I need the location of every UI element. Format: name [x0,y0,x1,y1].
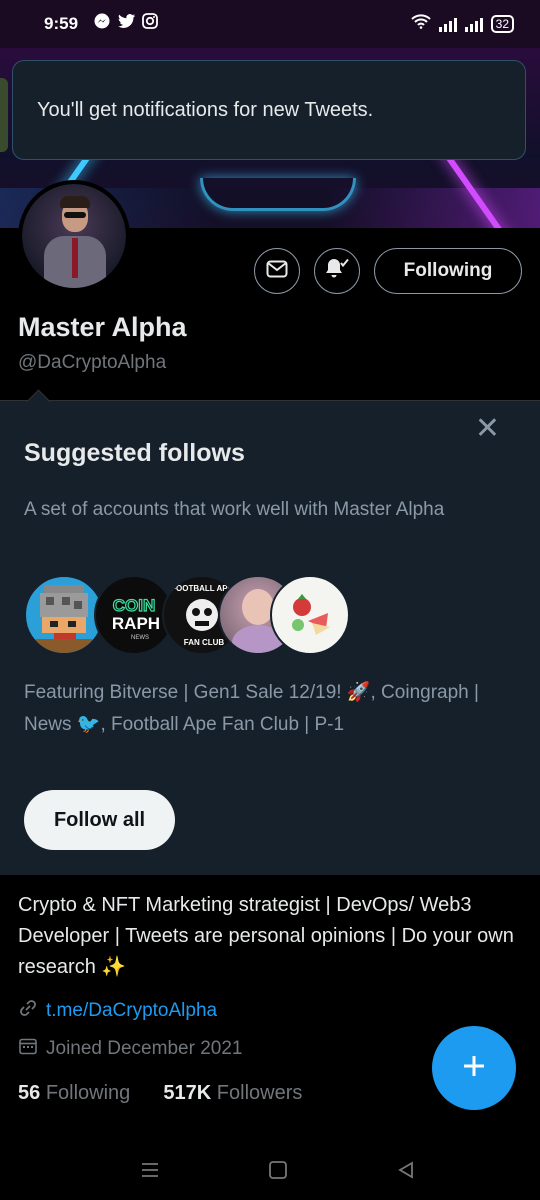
profile-bio: Crypto & NFT Marketing strategist | DevO… [18,894,514,978]
signal-icon-2 [464,16,483,32]
twitter-icon [118,13,135,29]
username: @DaCryptoAlpha [18,352,167,373]
joined-row: Joined December 2021 [18,1036,242,1062]
suggested-follows-card: ✕ Suggested follows A set of accounts th… [0,389,540,875]
following-button[interactable]: Following [374,248,522,294]
toast-message: You'll get notifications for new Tweets. [37,99,374,121]
notification-icons [94,13,158,29]
display-name: Master Alpha [18,312,187,342]
wifi-icon [410,13,431,34]
following-label: Following [45,1082,131,1104]
avatar[interactable] [18,180,130,292]
suggested-description: A set of accounts that work well with Ma… [24,499,445,520]
football-ape-logo-bottom: FAN CLUB [184,638,225,647]
following-count-link[interactable]: 56 Following [18,1082,130,1104]
mail-icon [266,260,288,283]
suggested-featuring: Featuring Bitverse | Gen1 Sale 12/19! 🚀,… [24,682,479,735]
menu-icon[interactable] [140,1160,160,1185]
followers-count-link[interactable]: 517K Followers [163,1082,302,1104]
home-icon[interactable] [268,1160,288,1185]
neon-sign [200,178,356,211]
suggested-avatars[interactable]: COIN RAPH NEWS FOOTBALL APE FC FAN CLUB [24,575,354,657]
coingraph-logo-bottom: RAPH [112,614,160,633]
coingraph-logo-top: COIN [113,596,156,615]
followers-count: 517K [163,1082,212,1104]
calendar-icon [18,1036,38,1062]
status-bar: 9:59 32 [0,0,540,48]
signal-icon [438,16,457,32]
joined-date: Joined December 2021 [46,1038,243,1059]
plus-icon [460,1052,488,1085]
message-button[interactable] [254,248,300,294]
suggested-title: Suggested follows [24,439,245,467]
notification-toast: You'll get notifications for new Tweets. [12,60,526,160]
notifications-button[interactable] [314,248,360,294]
coingraph-logo-small: NEWS [131,635,149,641]
avatar-fruit[interactable] [270,575,350,655]
instagram-icon [142,13,158,29]
clock: 9:59 [44,14,79,33]
messenger-icon [94,13,110,29]
followers-label: Followers [216,1082,303,1104]
link-icon [18,998,38,1024]
bell-check-icon [324,257,350,286]
profile-link-row[interactable]: t.me/DaCryptoAlpha [18,998,217,1024]
system-nav-bar [0,1140,540,1200]
toast-shadow-edge [0,78,8,152]
profile-link[interactable]: t.me/DaCryptoAlpha [46,1000,217,1022]
follow-counts: 56 Following 517K Followers [18,1082,302,1105]
back-icon[interactable] [396,1160,416,1185]
follow-all-button[interactable]: Follow all [24,790,175,850]
avatar-bitverse[interactable] [24,575,104,655]
close-icon[interactable]: ✕ [475,414,500,444]
battery-indicator: 32 [490,14,514,33]
following-count: 56 [18,1082,41,1104]
compose-tweet-button[interactable] [432,1026,516,1110]
system-indicators: 32 [410,13,514,34]
